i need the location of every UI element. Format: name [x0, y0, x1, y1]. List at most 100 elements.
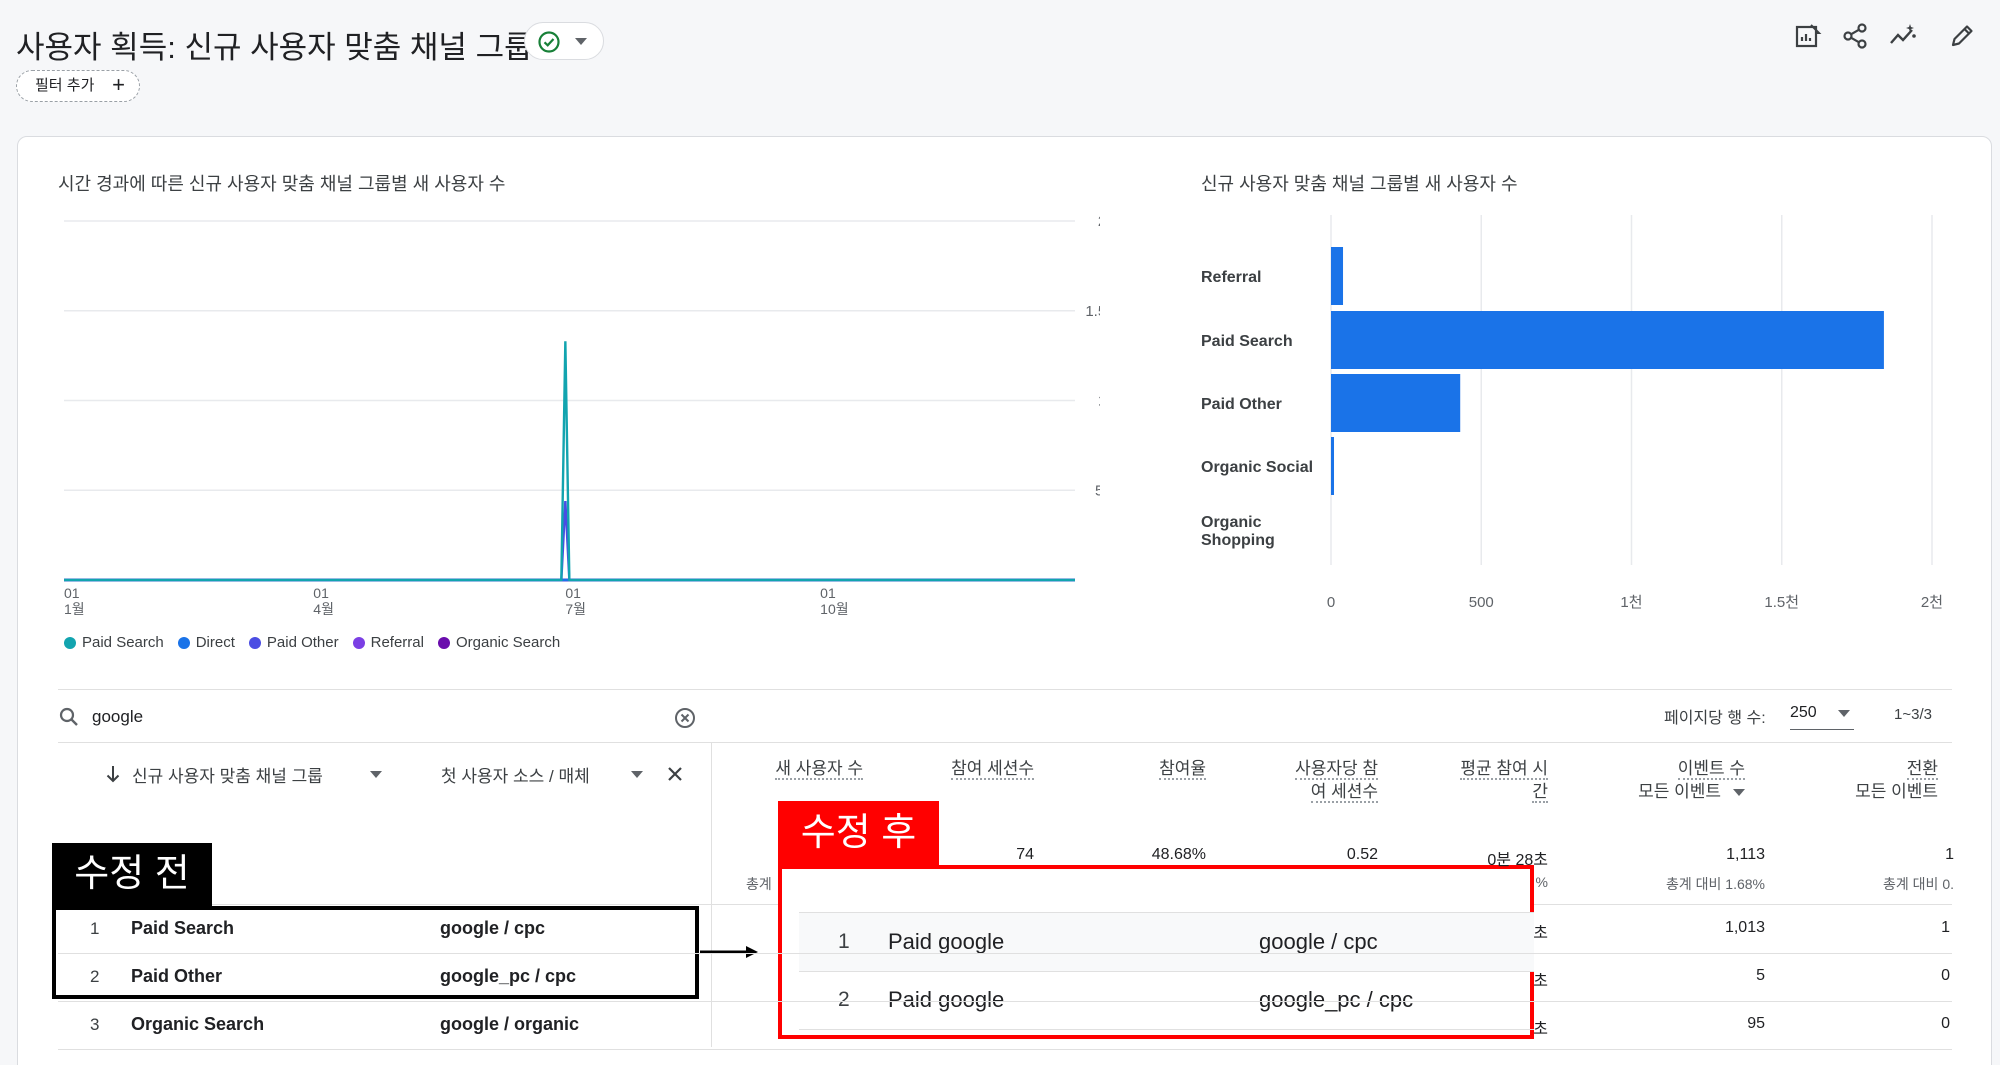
- x-tick-month: 4월: [313, 601, 334, 617]
- share-icon[interactable]: [1841, 22, 1869, 50]
- chevron-down-icon: [1838, 710, 1850, 717]
- total-sublabel: %: [1535, 874, 1548, 890]
- line-chart: 2천1.5천1천5000011월014월017월0110월: [64, 213, 1100, 617]
- edit-icon[interactable]: [1948, 22, 1976, 50]
- total-value: 48.68%: [1151, 846, 1206, 863]
- legend-label: Direct: [195, 634, 235, 651]
- total-sublabel: 총계 대비 0.: [1883, 876, 1954, 892]
- after-row-source: google / cpc: [1259, 929, 1378, 954]
- metric-header-label: 이벤트 수: [1677, 759, 1745, 780]
- chevron-down-icon[interactable]: [631, 771, 643, 778]
- row-channel[interactable]: Paid Search: [131, 918, 234, 939]
- divider: [799, 1029, 1534, 1030]
- metric-header[interactable]: 참여율: [1006, 757, 1206, 780]
- row-source[interactable]: google / cpc: [440, 918, 545, 939]
- bar-organic-social[interactable]: [1331, 437, 1335, 495]
- metric-header-sublabel: 모든 이벤트: [1855, 782, 1938, 801]
- divider: [58, 1001, 1952, 1002]
- x-tick-day: 01: [565, 585, 581, 601]
- metric-header[interactable]: 참여 세션수: [834, 757, 1034, 780]
- after-row-source: google_pc / cpc: [1259, 987, 1414, 1012]
- legend-item[interactable]: Referral: [352, 634, 424, 651]
- row-avg-time: 초: [1533, 1021, 1548, 1038]
- divider: [58, 742, 1952, 743]
- sort-descending-icon[interactable]: [104, 764, 122, 784]
- divider: [58, 689, 1952, 690]
- metric-header[interactable]: 평균 참여 시간: [1348, 757, 1548, 803]
- bar-paid-search[interactable]: [1331, 311, 1884, 369]
- dimension-header-channel-group[interactable]: 신규 사용자 맞춤 채널 그룹: [132, 762, 323, 787]
- row-index: 3: [90, 1015, 100, 1034]
- legend-item[interactable]: Direct: [177, 634, 235, 651]
- row-channel[interactable]: Paid Other: [131, 966, 222, 987]
- category-label: Organic Social: [1201, 459, 1313, 476]
- category-label: Organic: [1201, 514, 1262, 531]
- row-events: 5: [1756, 967, 1765, 984]
- insights-icon[interactable]: [1888, 22, 1918, 50]
- legend-swatch: [437, 636, 450, 649]
- clear-search-icon[interactable]: [674, 707, 696, 729]
- y-tick-label: 1.5천: [1085, 303, 1100, 320]
- x-tick-label: 1천: [1620, 594, 1642, 611]
- divider: [799, 971, 1534, 972]
- rows-per-page-select[interactable]: 250: [1790, 700, 1854, 730]
- arrow-right-icon: [700, 946, 758, 958]
- chevron-down-icon[interactable]: [370, 771, 382, 778]
- line-chart-legend: Paid Search Direct Paid Other Referral Organ…: [64, 634, 560, 651]
- rows-per-page-value: 250: [1790, 704, 1817, 721]
- rows-per-page-label: 페이지당 행 수:: [1664, 710, 1766, 727]
- x-tick-day: 01: [820, 585, 836, 601]
- table-search-input[interactable]: google: [92, 707, 143, 727]
- row-events: 1,013: [1724, 919, 1765, 936]
- divider: [58, 953, 1952, 954]
- bar-paid-other[interactable]: [1331, 374, 1461, 432]
- legend-swatch: [352, 636, 365, 649]
- row-channel[interactable]: Organic Search: [131, 1014, 264, 1035]
- row-index: 2: [90, 967, 100, 986]
- total-sublabel: 총계: [746, 876, 772, 892]
- total-value: 1: [1945, 846, 1954, 863]
- legend-label: Paid Search: [82, 634, 164, 651]
- metric-header[interactable]: 이벤트 수 모든 이벤트: [1545, 757, 1745, 803]
- category-label: Paid Other: [1201, 396, 1282, 413]
- x-tick-label: 500: [1469, 594, 1494, 611]
- row-avg-time: 초: [1533, 973, 1548, 990]
- row-index: 1: [90, 919, 100, 938]
- series-line-paid-search[interactable]: [64, 341, 1075, 582]
- row-conversions: 1: [1941, 919, 1950, 936]
- y-tick-label: 1천: [1098, 393, 1100, 410]
- total-sublabel: 총계 대비 1.68%: [1666, 876, 1765, 892]
- y-tick-label: 500: [1095, 482, 1100, 499]
- after-row-channel: Paid google: [888, 987, 1005, 1012]
- legend-label: Paid Other: [266, 634, 339, 651]
- search-icon: [59, 707, 78, 726]
- total-value: 0분 28초: [1487, 852, 1548, 869]
- pagination-status: 1~3/3: [1894, 706, 1932, 723]
- row-conversions: 0: [1941, 967, 1950, 984]
- after-row-index: 1: [838, 930, 850, 953]
- legend-item[interactable]: Organic Search: [437, 634, 561, 651]
- category-label: Shopping: [1201, 532, 1275, 549]
- customize-report-icon[interactable]: [1794, 22, 1822, 50]
- x-tick-label: 0: [1327, 594, 1335, 611]
- metric-header-label: 평균 참여 시: [1460, 759, 1548, 780]
- after-row-index: 2: [838, 988, 850, 1011]
- y-tick-label: 2천: [1098, 213, 1100, 230]
- dimension-header-source-medium[interactable]: 첫 사용자 소스 / 매체: [441, 762, 590, 787]
- before-label: 수정 전: [52, 843, 212, 906]
- legend-label: Organic Search: [455, 634, 561, 651]
- legend-item[interactable]: Paid Search: [64, 634, 164, 651]
- row-events: 95: [1747, 1015, 1765, 1032]
- after-row-channel: Paid google: [888, 929, 1005, 954]
- x-tick-month: 1월: [64, 601, 85, 617]
- metric-header[interactable]: 전환 모든 이벤트: [1738, 757, 1938, 803]
- legend-label: Referral: [370, 634, 424, 651]
- legend-swatch: [177, 636, 190, 649]
- row-source[interactable]: google_pc / cpc: [440, 966, 576, 987]
- legend-item[interactable]: Paid Other: [248, 634, 339, 651]
- row-avg-time: 초: [1533, 925, 1548, 942]
- row-source[interactable]: google / organic: [440, 1014, 579, 1035]
- metric-header[interactable]: 새 사용자 수: [663, 757, 863, 780]
- legend-swatch: [248, 636, 261, 649]
- bar-referral[interactable]: [1331, 247, 1344, 305]
